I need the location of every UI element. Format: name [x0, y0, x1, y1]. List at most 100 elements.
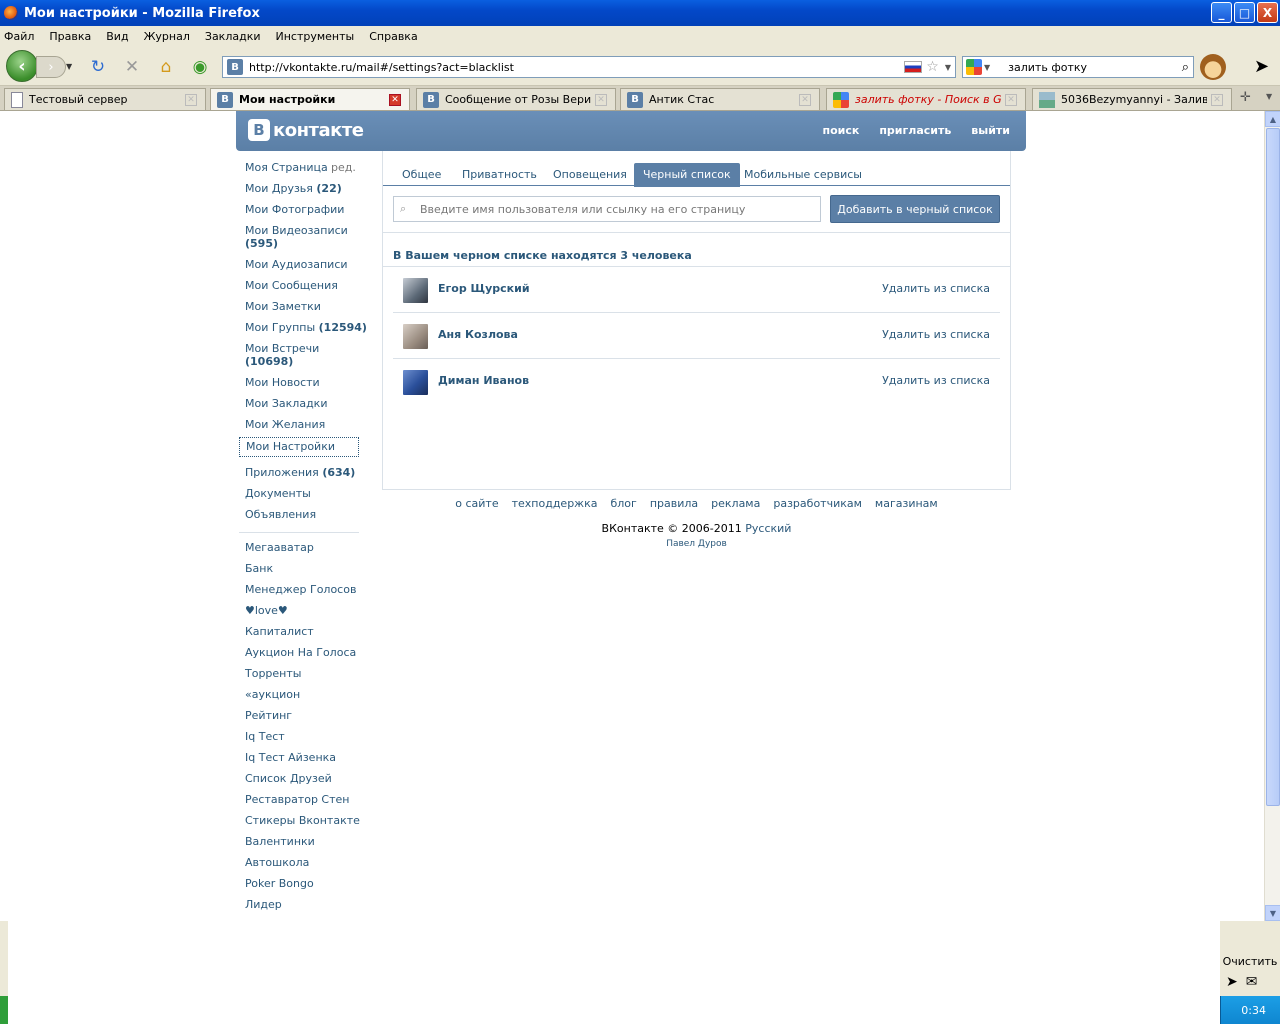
- reload-icon[interactable]: ↻: [88, 57, 108, 77]
- new-tab-icon[interactable]: ✛: [1240, 90, 1251, 105]
- avatar[interactable]: [403, 324, 428, 349]
- app-link[interactable]: Iq Тест: [239, 728, 359, 749]
- addon-icon[interactable]: ◉: [190, 57, 210, 77]
- search-icon[interactable]: ⌕: [1182, 60, 1189, 75]
- menu-wishes[interactable]: Мои Желания: [239, 416, 359, 437]
- footer-support-link[interactable]: техподдержка: [512, 497, 598, 510]
- nav-search-link[interactable]: поиск: [822, 124, 859, 137]
- scroll-down-icon[interactable]: ▼: [1265, 905, 1280, 921]
- tab-general[interactable]: Общее: [393, 163, 450, 187]
- clear-button[interactable]: Очистить: [1222, 950, 1278, 972]
- tab-my-settings[interactable]: B Мои настройки ✕: [210, 88, 410, 110]
- app-link[interactable]: Рейтинг: [239, 707, 359, 728]
- back-button[interactable]: ‹: [6, 50, 38, 82]
- app-link[interactable]: Валентинки: [239, 833, 359, 854]
- remove-from-list-link[interactable]: Удалить из списка: [882, 282, 990, 295]
- menu-news[interactable]: Мои Новости: [239, 374, 359, 395]
- cursor-icon[interactable]: ➤: [1254, 56, 1269, 77]
- menu-photos[interactable]: Мои Фотографии: [239, 201, 359, 222]
- app-link[interactable]: Капиталист: [239, 623, 359, 644]
- scroll-up-icon[interactable]: ▲: [1265, 111, 1280, 127]
- menu-tools[interactable]: Инструменты: [276, 30, 355, 43]
- minimize-button[interactable]: _: [1211, 2, 1232, 23]
- menu-messages[interactable]: Мои Сообщения: [239, 277, 359, 298]
- menu-settings[interactable]: Мои Настройки: [239, 437, 359, 457]
- remove-from-list-link[interactable]: Удалить из списка: [882, 328, 990, 341]
- app-link[interactable]: Реставратор Стен: [239, 791, 359, 812]
- remove-from-list-link[interactable]: Удалить из списка: [882, 374, 990, 387]
- user-name-link[interactable]: Аня Козлова: [438, 328, 518, 341]
- app-link[interactable]: ♥love♥: [239, 602, 359, 623]
- blacklist-input[interactable]: ⌕ Введите имя пользователя или ссылку на…: [393, 196, 821, 222]
- history-dropdown-icon[interactable]: ▼: [66, 62, 72, 71]
- app-link[interactable]: Менеджер Голосов: [239, 581, 359, 602]
- url-bar[interactable]: B http://vkontakte.ru/mail#/settings?act…: [222, 56, 956, 78]
- user-name-link[interactable]: Егор Щурский: [438, 282, 530, 295]
- tab-test-server[interactable]: Тестовый сервер ✕: [4, 88, 206, 110]
- menu-events[interactable]: Мои Встречи (10698): [239, 340, 359, 374]
- app-link[interactable]: Мегааватар: [239, 539, 359, 560]
- menu-ads[interactable]: Объявления: [239, 506, 359, 527]
- tab-privacy[interactable]: Приватность: [453, 163, 546, 187]
- language-link[interactable]: Русский: [745, 522, 791, 535]
- footer-rules-link[interactable]: правила: [650, 497, 698, 510]
- menu-my-page[interactable]: Моя Страница ред.: [239, 159, 359, 180]
- nav-logout-link[interactable]: выйти: [971, 124, 1010, 137]
- cursor-icon[interactable]: ➤: [1226, 974, 1238, 990]
- tab-close-icon[interactable]: ✕: [799, 93, 811, 106]
- add-to-blacklist-button[interactable]: Добавить в черный список: [830, 195, 1000, 223]
- menu-bookmarks[interactable]: Мои Закладки: [239, 395, 359, 416]
- app-link[interactable]: Лидер: [239, 896, 359, 917]
- tab-google-search[interactable]: залить фотку - Поиск в Goo... ✕: [826, 88, 1026, 110]
- menu-file[interactable]: Файл: [4, 30, 34, 43]
- menu-audio[interactable]: Мои Аудиозаписи: [239, 256, 359, 277]
- home-icon[interactable]: ⌂: [156, 57, 176, 77]
- search-engine-dropdown-icon[interactable]: ▼: [984, 63, 990, 72]
- google-icon[interactable]: [966, 59, 982, 75]
- start-button-edge[interactable]: [0, 996, 8, 1024]
- stop-icon[interactable]: ✕: [122, 57, 142, 77]
- greasemonkey-icon[interactable]: [1200, 54, 1226, 80]
- url-text[interactable]: http://vkontakte.ru/mail#/settings?act=b…: [249, 61, 904, 74]
- app-link[interactable]: Банк: [239, 560, 359, 581]
- menu-groups[interactable]: Мои Группы (12594): [239, 319, 367, 340]
- maximize-button[interactable]: □: [1234, 2, 1255, 23]
- edit-link[interactable]: ред.: [331, 159, 356, 176]
- menu-applications[interactable]: Приложения (634): [239, 464, 359, 485]
- menu-friends[interactable]: Мои Друзья (22): [239, 180, 359, 201]
- tab-message[interactable]: B Сообщение от Розы Вериго... ✕: [416, 88, 616, 110]
- tab-notifications[interactable]: Оповещения: [544, 163, 636, 187]
- app-link[interactable]: Poker Bongo: [239, 875, 359, 896]
- menu-notes[interactable]: Мои Заметки: [239, 298, 359, 319]
- app-link[interactable]: Автошкола: [239, 854, 359, 875]
- tab-antik-stas[interactable]: B Антик Стас ✕: [620, 88, 820, 110]
- menu-history[interactable]: Журнал: [144, 30, 190, 43]
- footer-developers-link[interactable]: разработчикам: [773, 497, 862, 510]
- footer-stores-link[interactable]: магазинам: [875, 497, 938, 510]
- vk-logo[interactable]: В контакте: [248, 119, 364, 141]
- app-link[interactable]: Торренты: [239, 665, 359, 686]
- tab-list-dropdown-icon[interactable]: ▼: [1266, 92, 1272, 101]
- menu-edit[interactable]: Правка: [49, 30, 91, 43]
- menu-bookmarks[interactable]: Закладки: [205, 30, 261, 43]
- tab-close-icon[interactable]: ✕: [1211, 93, 1223, 106]
- menu-view[interactable]: Вид: [106, 30, 128, 43]
- footer-about-link[interactable]: о сайте: [455, 497, 498, 510]
- close-window-button[interactable]: X: [1257, 2, 1278, 23]
- app-link[interactable]: Iq Тест Айзенка: [239, 749, 359, 770]
- user-name-link[interactable]: Диман Иванов: [438, 374, 529, 387]
- forward-button[interactable]: ›: [36, 56, 66, 78]
- search-bar[interactable]: ▼ залить фотку ⌕: [962, 56, 1194, 78]
- app-link[interactable]: Список Друзей: [239, 770, 359, 791]
- scroll-thumb[interactable]: [1266, 128, 1280, 806]
- tab-blacklist[interactable]: Черный список: [634, 163, 740, 187]
- tab-close-icon[interactable]: ✕: [595, 93, 607, 106]
- tab-mobile-services[interactable]: Мобильные сервисы: [735, 163, 871, 187]
- menu-videos[interactable]: Мои Видеозаписи (595): [239, 222, 359, 256]
- footer-blog-link[interactable]: блог: [610, 497, 636, 510]
- mail-icon[interactable]: ✉: [1246, 974, 1258, 990]
- footer-author-link[interactable]: Павел Дуров: [382, 539, 1011, 549]
- menu-documents[interactable]: Документы: [239, 485, 359, 506]
- avatar[interactable]: [403, 278, 428, 303]
- tab-close-icon[interactable]: ✕: [1005, 93, 1017, 106]
